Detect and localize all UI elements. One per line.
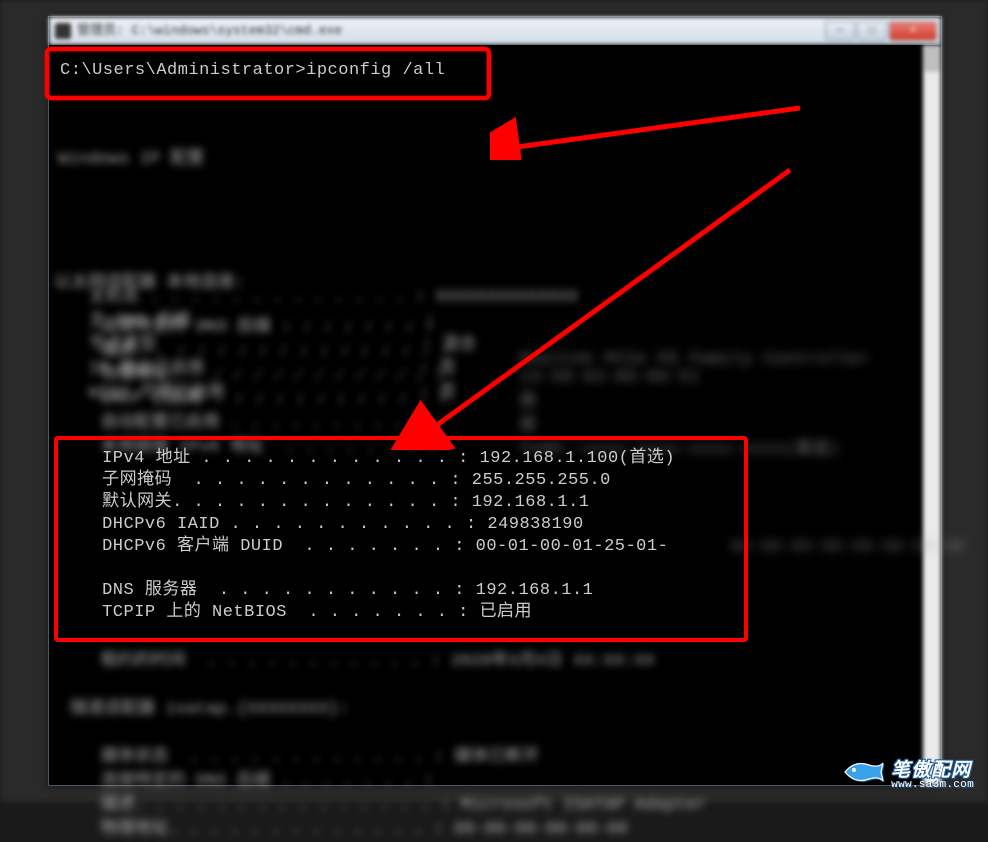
close-button[interactable]: × [889, 21, 937, 41]
watermark-cn: 笔傲配网 [891, 762, 974, 782]
command-prompt-line: C:\Users\Administrator>ipconfig /all [60, 60, 445, 82]
netbios-row: TCPIP 上的 NetBIOS . . . . . . . : 已启用 [70, 602, 675, 624]
window-title: 管理员: C:\windows\system32\cmd.exe [77, 17, 823, 45]
gateway-row: 默认网关. . . . . . . . . . . . . : 192.168.… [70, 492, 675, 514]
dhcpv6-duid-row: DHCPv6 客户端 DUID . . . . . . . : 00-01-00… [70, 536, 675, 558]
scrollbar[interactable] [923, 45, 941, 785]
dhcpv6-iaid-row: DHCPv6 IAID . . . . . . . . . . . : 2498… [70, 514, 675, 536]
netbios-value: 已启用 [480, 603, 533, 622]
ipv4-value: 192.168.1.100(首选) [480, 449, 676, 468]
scrollbar-thumb[interactable] [925, 47, 939, 71]
minimize-button[interactable]: — [825, 21, 855, 41]
cmd-icon [55, 23, 71, 39]
watermark-fish-icon [843, 757, 885, 792]
dns-row: DNS 服务器 . . . . . . . . . . . : 192.168.… [70, 580, 675, 602]
watermark: 笔傲配网 www.sa3m.com [843, 757, 974, 792]
ipv4-row: IPv4 地址 . . . . . . . . . . . . : 192.16… [70, 448, 675, 470]
window-controls: — □ × [823, 21, 941, 41]
blurred-adapter-header: 以太网适配器 本地连接: [54, 272, 244, 296]
window-titlebar[interactable]: 管理员: C:\windows\system32\cmd.exe — □ × [49, 17, 941, 45]
blurred-tail-block: 租约的时间 . . . . . . . . . . . : 2020年X月X日 … [70, 650, 706, 842]
command-text: C:\Users\Administrator>ipconfig /all [60, 61, 445, 80]
duid-value: 00-01-00-01-25-01- [476, 537, 669, 556]
maximize-button[interactable]: □ [857, 21, 887, 41]
blurred-adapter-block: 连接特定的 DNS 后缀 . . . . . . . : 描述. . . . .… [70, 316, 451, 460]
subnet-value: 255.255.255.0 [472, 471, 611, 490]
network-info-block: IPv4 地址 . . . . . . . . . . . . : 192.16… [70, 448, 675, 624]
dns-value: 192.168.1.1 [476, 581, 594, 600]
blurred-duid-tail: XX-XX-XX-XX-XX-XX-XX-XX [730, 538, 965, 557]
gateway-value: 192.168.1.1 [472, 493, 590, 512]
watermark-url: www.sa3m.com [891, 780, 974, 792]
blurred-adapter-values: Realtek PCIe FE Family Controller 14-58-… [520, 350, 870, 458]
subnet-row: 子网掩码 . . . . . . . . . . . . : 255.255.2… [70, 470, 675, 492]
iaid-value: 249838190 [487, 515, 583, 534]
